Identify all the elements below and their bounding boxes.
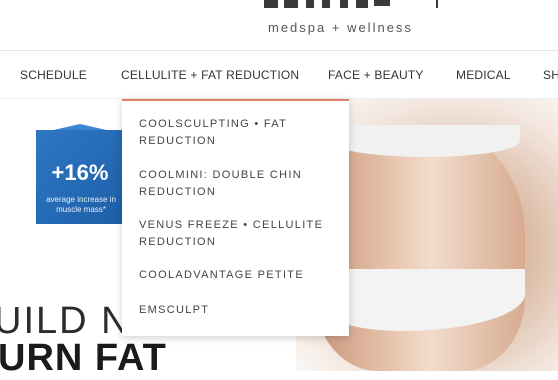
hero-headline-line2: URN FAT xyxy=(0,337,167,379)
logo-mark[interactable] xyxy=(262,0,452,14)
hero-model-top xyxy=(330,125,520,157)
main-nav: SCHEDULE CELLULITE + FAT REDUCTION FACE … xyxy=(0,51,558,99)
dropdown-item-coolsculpting[interactable]: COOLSCULPTING • FAT REDUCTION xyxy=(139,116,329,150)
nav-item-medical[interactable]: MEDICAL xyxy=(456,68,511,82)
dropdown-item-coolmini[interactable]: COOLMINI: DOUBLE CHIN REDUCTION xyxy=(139,167,329,201)
cellulite-dropdown-menu: COOLSCULPTING • FAT REDUCTION COOLMINI: … xyxy=(122,99,349,336)
nav-item-cellulite-fat-reduction[interactable]: CELLULITE + FAT REDUCTION xyxy=(121,68,299,82)
dropdown-accent-bar xyxy=(122,99,349,101)
dropdown-item-venus-freeze[interactable]: VENUS FREEZE • CELLULITE REDUCTION xyxy=(139,217,329,251)
nav-item-schedule[interactable]: SCHEDULE xyxy=(20,68,87,82)
badge-caption: average increase in muscle mass* xyxy=(46,195,116,214)
dropdown-item-cooladvantage[interactable]: COOLADVANTAGE PETITE xyxy=(139,267,329,284)
nav-item-shop[interactable]: SH xyxy=(543,68,558,82)
badge-value: +16% xyxy=(51,160,109,185)
nav-item-face-beauty[interactable]: FACE + BEAUTY xyxy=(328,68,424,82)
dropdown-item-emsculpt[interactable]: EMSCULPT xyxy=(139,302,329,319)
logo-tagline: medspa + wellness xyxy=(268,20,413,35)
